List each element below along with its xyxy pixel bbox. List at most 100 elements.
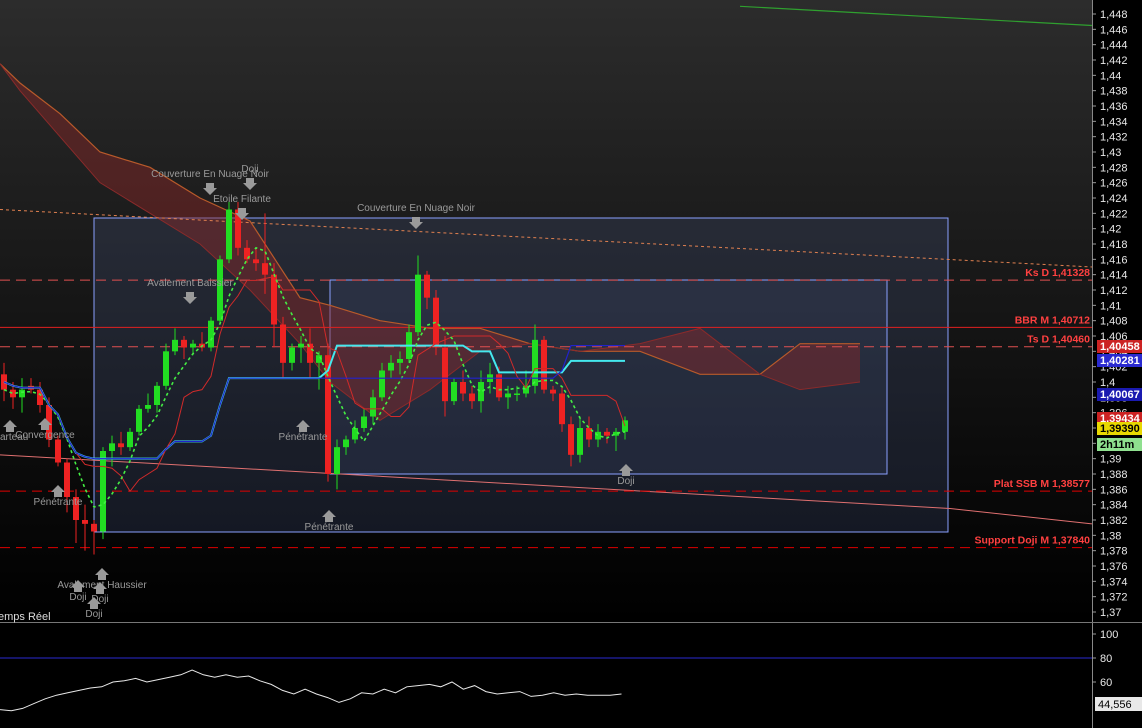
price-tag-label: 1,40281 (1100, 355, 1140, 367)
oscillator-y-tick-label: 80 (1100, 653, 1112, 665)
level-label: BBR M 1,40712 (1015, 314, 1090, 326)
candle-body (154, 385, 160, 405)
candle-body (289, 347, 295, 363)
candle-body (442, 347, 448, 402)
candle-body (253, 259, 259, 264)
candle-body (190, 343, 196, 348)
mode-label: emps Réel (0, 611, 51, 623)
price-tag-label: 1,40067 (1100, 389, 1140, 401)
candle-body (163, 351, 169, 386)
y-tick-label: 1,434 (1100, 116, 1128, 128)
y-tick-label: 1,41 (1100, 300, 1121, 312)
candle-body (415, 274, 421, 333)
candle-body (172, 339, 178, 352)
level-label: Ts D 1,40460 (1027, 334, 1090, 346)
y-tick-label: 1,44 (1100, 70, 1121, 82)
candle-body (118, 443, 124, 448)
candle-body (55, 439, 61, 463)
candle-body (532, 339, 538, 386)
candle-body (82, 520, 88, 524)
candle-body (541, 339, 547, 390)
pattern-label: Avalement Haussier (57, 580, 147, 591)
price-tag-label: 1,40458 (1100, 341, 1140, 353)
candle-body (91, 523, 97, 532)
candle-body (280, 324, 286, 363)
candle-body (127, 431, 133, 448)
candle-body (298, 343, 304, 348)
candle-body (379, 370, 385, 398)
chart-svg[interactable]: Ks D 1,41328 BBR M 1,40712 Ts D 1,40460 Pla… (0, 0, 1142, 728)
candle-body (361, 416, 367, 428)
candle-body (181, 339, 187, 348)
y-tick-label: 1,426 (1100, 178, 1128, 190)
y-tick-label: 1,448 (1100, 9, 1128, 21)
candle-body (424, 274, 430, 298)
y-tick-label: 1,39 (1100, 454, 1121, 466)
price-tag-label: 2h11m (1100, 439, 1134, 451)
price-tag-label: 1,39390 (1100, 423, 1140, 435)
y-tick-label: 1,38 (1100, 530, 1121, 542)
y-tick-label: 1,382 (1100, 515, 1128, 527)
candle-body (136, 408, 142, 432)
candle-body (388, 362, 394, 371)
y-tick-label: 1,436 (1100, 101, 1128, 113)
y-tick-label: 1,384 (1100, 500, 1128, 512)
y-tick-label: 1,43 (1100, 147, 1121, 159)
level-label: Plat SSB M 1,38577 (994, 478, 1090, 490)
candle-body (370, 397, 376, 417)
y-tick-label: 1,418 (1100, 239, 1128, 251)
candle-body (208, 320, 214, 348)
y-tick-label: 1,446 (1100, 24, 1128, 36)
y-tick-label: 1,428 (1100, 162, 1128, 174)
pattern-label: Doji (241, 164, 258, 175)
candle-body (505, 393, 511, 398)
y-tick-label: 1,408 (1100, 316, 1128, 328)
candle-body (469, 393, 475, 402)
level-label: Ks D 1,41328 (1025, 267, 1090, 279)
candle-body (334, 447, 340, 474)
pattern-label: Doji (69, 592, 86, 603)
candle-body (604, 431, 610, 436)
candle-body (568, 424, 574, 455)
candle-body (262, 263, 268, 275)
oscillator-y-tick-label: 60 (1100, 677, 1112, 689)
y-tick-label: 1,432 (1100, 132, 1128, 144)
y-tick-label: 1,412 (1100, 285, 1128, 297)
candle-body (10, 389, 16, 398)
y-tick-label: 1,442 (1100, 55, 1128, 67)
chart-window: Ks D 1,41328 BBR M 1,40712 Ts D 1,40460 Pla… (0, 0, 1142, 728)
y-tick-label: 1,424 (1100, 193, 1128, 205)
candle-body (514, 393, 520, 395)
y-tick-label: 1,416 (1100, 254, 1128, 266)
candle-body (559, 393, 565, 425)
y-tick-label: 1,372 (1100, 592, 1128, 604)
candle-body (100, 451, 106, 532)
y-tick-label: 1,37 (1100, 607, 1121, 619)
candle-body (271, 274, 277, 325)
level-label: Support Doji M 1,37840 (974, 535, 1090, 547)
pattern-label: Pénétrante (34, 497, 83, 508)
candle-body (226, 209, 232, 260)
candle-body (451, 382, 457, 402)
y-tick-label: 1,374 (1100, 576, 1128, 588)
pattern-label: Avalement Baissier (147, 278, 233, 289)
pattern-label: Convergence (15, 430, 75, 441)
y-tick-label: 1,378 (1100, 546, 1128, 558)
pattern-label: Etoile Filante (213, 194, 271, 205)
pattern-label: Doji (617, 476, 634, 487)
candle-body (64, 462, 70, 497)
pattern-label: Couverture En Nuage Noir (357, 203, 476, 214)
y-tick-label: 1,444 (1100, 40, 1128, 52)
y-tick-label: 1,42 (1100, 224, 1121, 236)
pattern-label: Doji (85, 609, 102, 620)
candle-body (19, 389, 25, 398)
y-tick-label: 1,388 (1100, 469, 1128, 481)
oscillator-value-label: 44,556 (1098, 699, 1132, 711)
candle-body (343, 439, 349, 448)
oscillator-background (0, 622, 1092, 728)
candle-body (460, 382, 466, 394)
candle-body (550, 389, 556, 394)
pattern-label: Pénétrante (279, 432, 328, 443)
oscillator-y-tick-label: 100 (1100, 629, 1118, 641)
pattern-label: Pénétrante (305, 522, 354, 533)
